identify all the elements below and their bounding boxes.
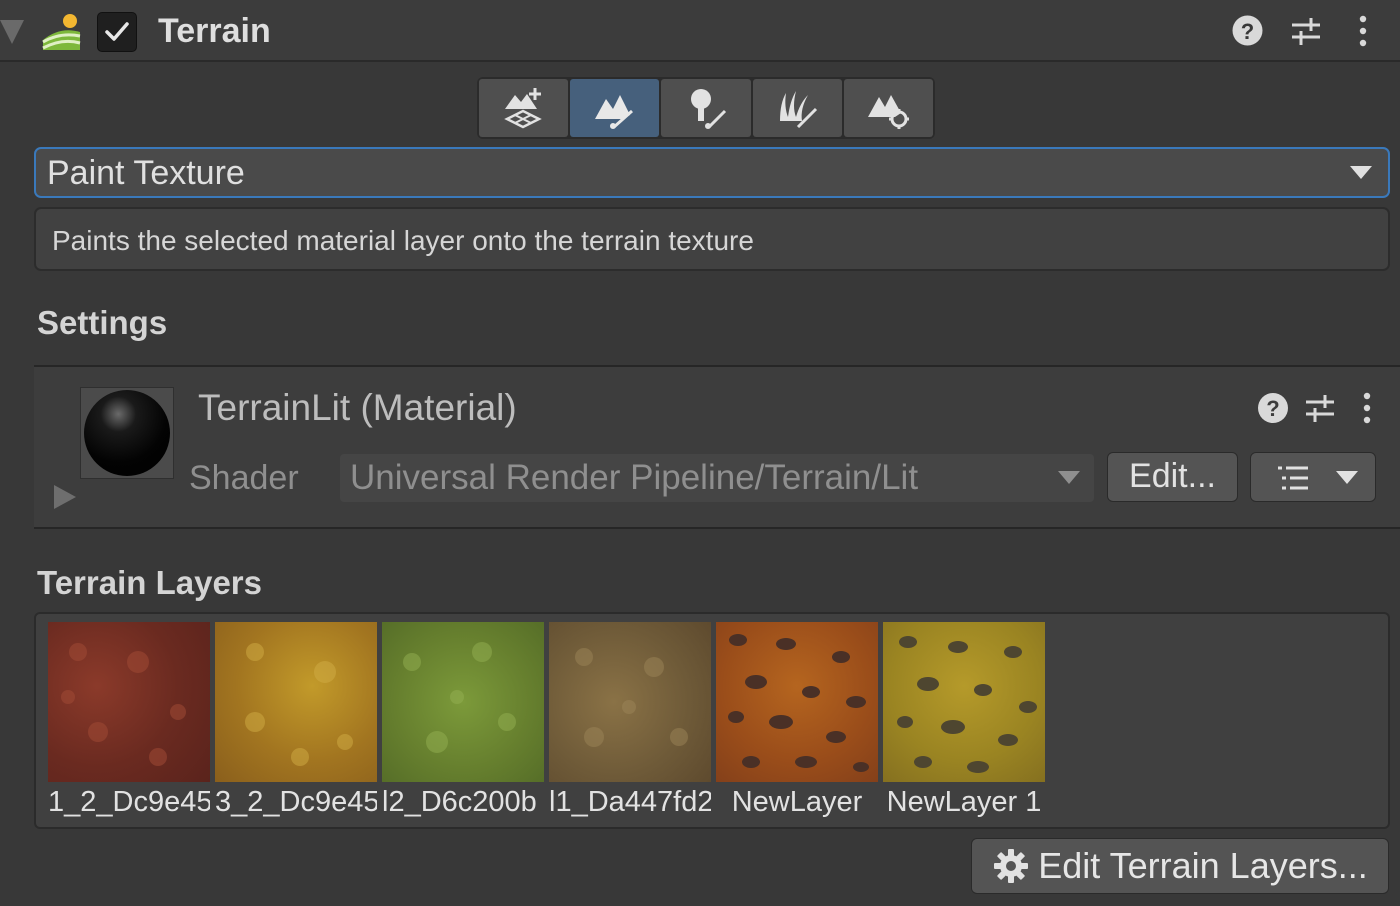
- help-icon[interactable]: ?: [1257, 392, 1289, 424]
- inspector-component-header: Terrain ?: [0, 0, 1400, 62]
- edit-terrain-layers-button[interactable]: Edit Terrain Layers...: [971, 838, 1389, 894]
- terrain-plus-grid-icon: [503, 88, 542, 129]
- svg-text:?: ?: [1241, 19, 1254, 44]
- terrain-layer-label: l1_Da447fd2: [549, 786, 711, 818]
- more-vertical-icon[interactable]: [1356, 14, 1370, 48]
- terrain-layers-palette: 1_2_Dc9e453 3_2_Dc9e453 l2_D6c200b: [34, 612, 1390, 829]
- texture-noise: [61, 643, 186, 766]
- grass-brush-icon: [780, 91, 818, 129]
- terrain-layer-thumbnail: [549, 622, 711, 782]
- terrain-tool-toolbar: [477, 77, 935, 139]
- edit-shader-button[interactable]: Edit...: [1107, 452, 1238, 502]
- checkmark-icon: [105, 22, 129, 41]
- pebbles: [897, 636, 1037, 773]
- gear-icon: [994, 849, 1029, 883]
- tab-terrain-settings[interactable]: [843, 79, 934, 137]
- component-enabled-checkbox[interactable]: [97, 12, 137, 52]
- list-icon: [1278, 466, 1308, 490]
- help-icon[interactable]: ?: [1231, 14, 1264, 47]
- svg-text:?: ?: [1266, 396, 1279, 421]
- tab-paint-trees[interactable]: [661, 79, 751, 137]
- chevron-down-icon: [1058, 471, 1080, 484]
- shader-select-dropdown[interactable]: Universal Render Pipeline/Terrain/Lit: [340, 454, 1094, 502]
- tool-description-box: Paints the selected material layer onto …: [34, 207, 1390, 271]
- tab-paint-terrain[interactable]: [570, 79, 660, 137]
- tool-select-dropdown[interactable]: Paint Texture: [34, 147, 1390, 198]
- tool-select-value: Paint Texture: [47, 154, 245, 192]
- terrain-layer-item[interactable]: 1_2_Dc9e453: [48, 622, 210, 818]
- material-preview: [80, 387, 174, 479]
- terrain-layer-item[interactable]: NewLayer 1: [883, 622, 1045, 818]
- component-title: Terrain: [158, 12, 271, 50]
- terrain-layer-thumbnail: [382, 622, 544, 782]
- preset-sliders-icon[interactable]: [1304, 391, 1336, 425]
- material-sphere-preview: [84, 390, 170, 476]
- shader-options-button[interactable]: [1250, 452, 1376, 502]
- terrain-layer-thumbnail: [716, 622, 878, 782]
- terrain-layer-thumbnail: [883, 622, 1045, 782]
- terrain-layer-thumbnail: [48, 622, 210, 782]
- material-title: TerrainLit (Material): [198, 387, 517, 428]
- edit-terrain-layers-label: Edit Terrain Layers...: [1038, 845, 1368, 886]
- shader-label: Shader: [189, 459, 299, 497]
- settings-heading: Settings: [37, 304, 168, 341]
- chevron-down-icon: [1350, 166, 1372, 179]
- tab-paint-details[interactable]: [752, 79, 842, 137]
- texture-noise: [245, 643, 353, 766]
- terrain-layers-heading: Terrain Layers: [37, 564, 263, 601]
- texture-noise: [403, 642, 516, 753]
- terrain-layer-thumbnail: [215, 622, 377, 782]
- mountain-brush-icon: [594, 95, 633, 129]
- tool-description: Paints the selected material layer onto …: [52, 225, 754, 256]
- tab-create-neighbor-terrains[interactable]: [479, 79, 569, 137]
- preset-sliders-icon[interactable]: [1289, 14, 1323, 48]
- expand-arrow-icon[interactable]: [52, 483, 76, 511]
- terrain-layer-item[interactable]: NewLayer: [716, 622, 878, 818]
- pebbles: [728, 634, 869, 772]
- texture-noise: [575, 648, 688, 747]
- terrain-layer-label: 3_2_Dc9e453: [215, 786, 377, 818]
- terrain-layer-label: l2_D6c200b: [382, 786, 537, 818]
- shader-value: Universal Render Pipeline/Terrain/Lit: [350, 458, 919, 497]
- more-vertical-icon[interactable]: [1360, 391, 1374, 425]
- terrain-layer-label: NewLayer: [731, 786, 863, 818]
- tree-brush-icon: [691, 89, 727, 129]
- material-panel: TerrainLit (Material) ? Shader Universal…: [34, 365, 1400, 529]
- terrain-layer-item[interactable]: 3_2_Dc9e453: [215, 622, 377, 818]
- terrain-layer-item[interactable]: l1_Da447fd2: [549, 622, 711, 818]
- collapse-arrow-icon[interactable]: [0, 18, 24, 44]
- terrain-layer-item[interactable]: l2_D6c200b: [382, 622, 544, 818]
- chevron-down-icon: [1336, 471, 1358, 484]
- terrain-icon: [42, 14, 81, 50]
- terrain-layer-label: 1_2_Dc9e453: [48, 786, 210, 818]
- terrain-layer-label: NewLayer 1: [886, 786, 1042, 818]
- mountain-gear-icon: [868, 95, 910, 129]
